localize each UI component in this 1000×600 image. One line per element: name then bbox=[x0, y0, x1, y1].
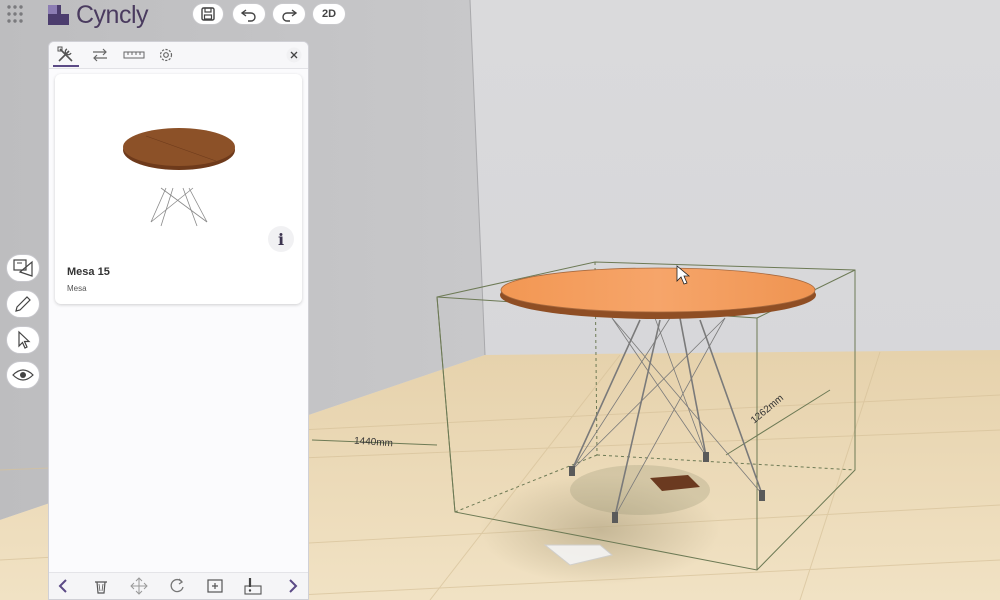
top-toolbar: Cyncly 2D bbox=[0, 0, 360, 30]
panel-tabs bbox=[49, 42, 308, 69]
tabletop[interactable] bbox=[500, 267, 816, 313]
chevron-right-icon bbox=[289, 579, 298, 593]
save-button[interactable] bbox=[192, 3, 224, 25]
tab-settings[interactable] bbox=[153, 45, 179, 65]
move-icon bbox=[130, 577, 148, 595]
select-tool-button[interactable] bbox=[6, 326, 40, 354]
eye-icon bbox=[12, 369, 34, 381]
product-category: Mesa bbox=[67, 284, 87, 293]
cursor-icon bbox=[18, 330, 31, 349]
move-button[interactable] bbox=[129, 577, 149, 595]
panel-bottom-toolbar bbox=[49, 572, 308, 599]
draw-tool-button[interactable] bbox=[6, 290, 40, 318]
product-card[interactable]: i Mesa 15 Mesa bbox=[55, 74, 302, 304]
undo-button[interactable] bbox=[232, 3, 266, 25]
chevron-left-icon bbox=[58, 579, 67, 593]
tools-icon bbox=[57, 46, 73, 62]
delete-button[interactable] bbox=[91, 577, 111, 595]
warning-icon bbox=[244, 578, 262, 595]
product-thumbnail bbox=[61, 76, 297, 254]
close-icon[interactable] bbox=[286, 47, 302, 63]
tab-swap[interactable] bbox=[87, 45, 113, 65]
add-button[interactable] bbox=[205, 577, 225, 595]
previous-button[interactable] bbox=[53, 577, 73, 595]
swap-icon bbox=[93, 48, 107, 62]
add-icon bbox=[207, 579, 223, 593]
rotate-icon bbox=[170, 578, 184, 593]
area-measure-icon bbox=[13, 259, 33, 277]
visibility-tool-button[interactable] bbox=[6, 361, 40, 389]
logo: Cyncly bbox=[46, 0, 149, 29]
redo-icon bbox=[282, 9, 298, 22]
ruler-icon bbox=[123, 51, 145, 59]
area-measure-tool-button[interactable] bbox=[6, 254, 40, 282]
product-title: Mesa 15 bbox=[67, 266, 110, 278]
logo-mark-icon bbox=[48, 5, 69, 25]
product-info-button[interactable]: i bbox=[268, 226, 294, 252]
logo-text: Cyncly bbox=[76, 0, 149, 29]
tab-tools[interactable] bbox=[53, 45, 79, 67]
rotate-button[interactable] bbox=[167, 577, 187, 595]
view-mode-2d-button[interactable]: 2D bbox=[312, 3, 346, 25]
pencil-icon bbox=[15, 296, 31, 312]
next-button[interactable] bbox=[283, 577, 303, 595]
catalog-panel: i Mesa 15 Mesa bbox=[48, 41, 309, 600]
table-thumbnail-image bbox=[123, 128, 235, 227]
delete-icon bbox=[95, 581, 107, 594]
warning-button[interactable] bbox=[243, 577, 263, 595]
redo-button[interactable] bbox=[272, 3, 306, 25]
save-icon bbox=[201, 7, 215, 21]
undo-icon bbox=[240, 9, 256, 22]
apps-grid-icon[interactable] bbox=[6, 4, 24, 24]
gear-icon bbox=[159, 48, 173, 62]
tab-measure[interactable] bbox=[121, 45, 147, 65]
